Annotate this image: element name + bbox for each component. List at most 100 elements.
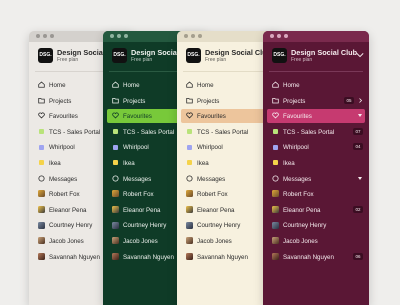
avatar [186,252,193,260]
tag-color-icon [113,160,118,166]
window-dot-icon[interactable] [198,34,202,38]
contact-item[interactable]: Robert Fox [263,186,369,202]
nav-item-messages[interactable]: Messages [263,171,369,187]
contact-item[interactable]: Eleanor Pena 02 [263,202,369,218]
contact-item[interactable]: Savannah Nguyen 06 [263,249,369,265]
avatar [112,237,119,245]
fav-label: Whirlpool [283,144,309,152]
contact-name: Jacob Jones [197,237,232,245]
tag-color-icon [39,129,44,135]
avatar [272,221,279,229]
contact-name: Savannah Nguyen [283,253,334,261]
caret-down-icon[interactable] [358,114,362,118]
chevron-right-icon[interactable] [358,97,363,103]
plan-label: Free plan [57,57,79,63]
avatar [186,190,193,198]
fav-label: Ikea [49,159,61,167]
avatar [112,206,119,214]
fav-label: Whirlpool [197,144,223,152]
window-dot-icon[interactable] [36,34,40,38]
avatar [112,190,119,198]
nav-label: Projects [197,97,220,105]
avatar [38,221,45,229]
workspace-switcher[interactable]: DSG. Design Social Club Free plan [263,42,369,68]
window-dot-icon[interactable] [50,34,54,38]
tag-color-icon [187,160,192,166]
nav-label: Home [283,82,300,89]
window-dot-icon[interactable] [124,34,128,38]
window-dot-icon[interactable] [43,34,47,38]
brand-logo: DSG. [186,48,201,63]
avatar [186,206,193,214]
tag-color-icon [273,129,278,135]
home-icon [112,81,119,88]
brand-logo: DSG. [38,48,53,63]
contact-name: Savannah Nguyen [123,253,174,261]
fav-label: Ikea [123,159,135,167]
heart-icon [186,112,193,119]
tag-color-icon [187,129,192,135]
nav-label: Home [49,82,66,89]
count-badge: 02 [353,205,363,213]
chat-icon [272,175,279,182]
plan-label: Free plan [291,57,313,63]
fav-label: Ikea [283,159,295,167]
chat-icon [112,175,119,182]
nav-label: Home [197,82,214,89]
avatar [38,252,45,260]
tag-color-icon [113,129,118,135]
selection-highlight [267,109,365,123]
avatar [186,237,193,245]
fav-label: Whirlpool [123,144,149,152]
avatar [272,190,279,198]
fav-item-whirlpool[interactable]: Whirlpool 04 [263,139,369,155]
home-icon [186,81,193,88]
window-dot-icon[interactable] [184,34,188,38]
nav-label: Messages [197,175,226,183]
window-dot-icon[interactable] [270,34,274,38]
avatar [38,237,45,245]
avatar [38,206,45,214]
tag-color-icon [39,160,44,166]
window-dot-icon[interactable] [284,34,288,38]
nav-item-projects[interactable]: Projects 05 [263,93,369,109]
tag-color-icon [39,144,44,150]
avatar [186,221,193,229]
window-dot-icon[interactable] [117,34,121,38]
contact-name: Savannah Nguyen [197,253,248,261]
nav-item-home[interactable]: Home [263,77,369,93]
contact-name: Jacob Jones [123,237,158,245]
contact-item[interactable]: Jacob Jones [263,233,369,249]
contact-name: Robert Fox [123,191,154,199]
tag-color-icon [273,160,278,166]
fav-label: Ikea [197,159,209,167]
contact-item[interactable]: Courtney Henry [263,217,369,233]
contact-name: Eleanor Pena [197,206,235,214]
window-dot-icon[interactable] [110,34,114,38]
nav-item-favourites[interactable]: Favourites [263,108,369,124]
nav-label: Projects [283,97,306,105]
caret-down-icon[interactable] [358,176,362,180]
fav-item-ikea[interactable]: Ikea [263,155,369,171]
window-dot-icon[interactable] [277,34,281,38]
heart-icon [112,112,119,119]
contact-name: Savannah Nguyen [49,253,100,261]
chevron-down-icon[interactable] [356,52,364,58]
fav-label: TCS - Sales Portal [283,128,335,136]
avatar [272,206,279,214]
chat-icon [38,175,45,182]
contact-name: Courtney Henry [283,222,327,230]
avatar [112,221,119,229]
nav-label: Messages [123,175,152,183]
fav-item-tcs[interactable]: TCS - Sales Portal 07 [263,124,369,140]
contact-name: Courtney Henry [49,222,93,230]
chat-icon [186,175,193,182]
fav-label: TCS - Sales Portal [197,128,249,136]
tag-color-icon [273,144,278,150]
plan-label: Free plan [131,57,153,63]
avatar [272,237,279,245]
window-dot-icon[interactable] [191,34,195,38]
tag-color-icon [187,144,192,150]
avatar [272,252,279,260]
heart-icon [272,112,279,119]
